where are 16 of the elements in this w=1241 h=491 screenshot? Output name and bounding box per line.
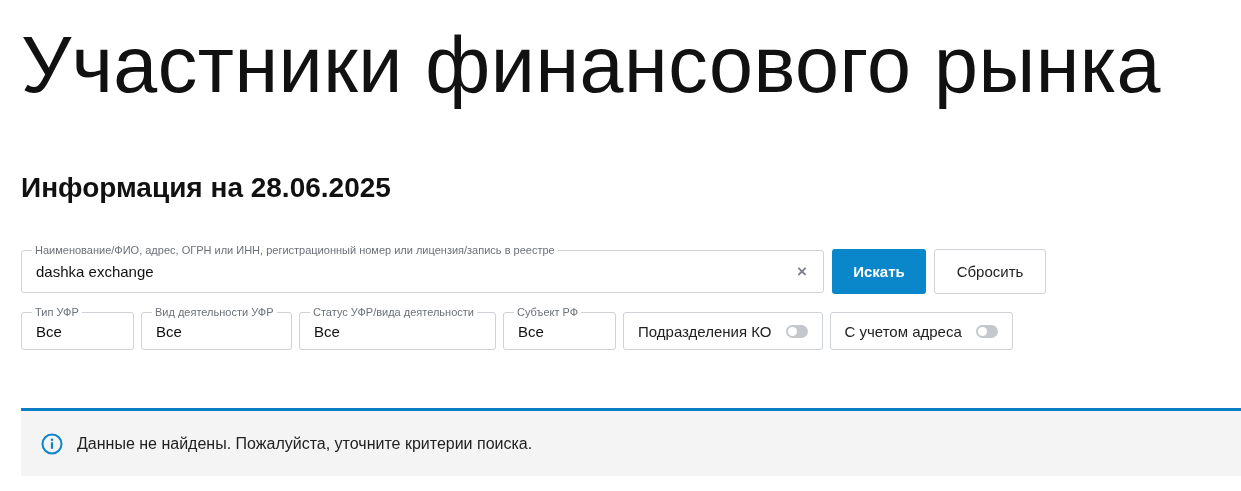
field-label: Субъект РФ <box>514 305 582 319</box>
toggle-option[interactable]: С учетом адреса <box>829 312 1013 350</box>
field-label: Вид деятельности УФР <box>152 305 277 319</box>
info-date-heading: Информация на 28.06.2025 <box>21 172 392 204</box>
page-title: Участники финансового рынка <box>21 19 1163 110</box>
clear-button[interactable]: × <box>797 263 807 280</box>
field-label: Наименование/ФИО, адрес, ОГРН или ИНН, регистрационный номер или лицензия/запись в реестре <box>32 243 558 257</box>
toggle-switch[interactable] <box>785 324 808 338</box>
notice-text: Данные не найдены. Пожалуйста, уточните критерии поиска. <box>77 434 533 453</box>
toggle-option[interactable]: Подразделения КО <box>623 312 823 350</box>
info-icon <box>41 432 63 455</box>
toggle-switch[interactable] <box>975 324 998 338</box>
field-label: Тип УФР <box>32 305 82 319</box>
field-label: Статус УФР/вида деятельности <box>310 305 477 319</box>
search-button[interactable]: Искать <box>832 249 926 294</box>
reset-button[interactable]: Сбросить <box>934 249 1046 294</box>
